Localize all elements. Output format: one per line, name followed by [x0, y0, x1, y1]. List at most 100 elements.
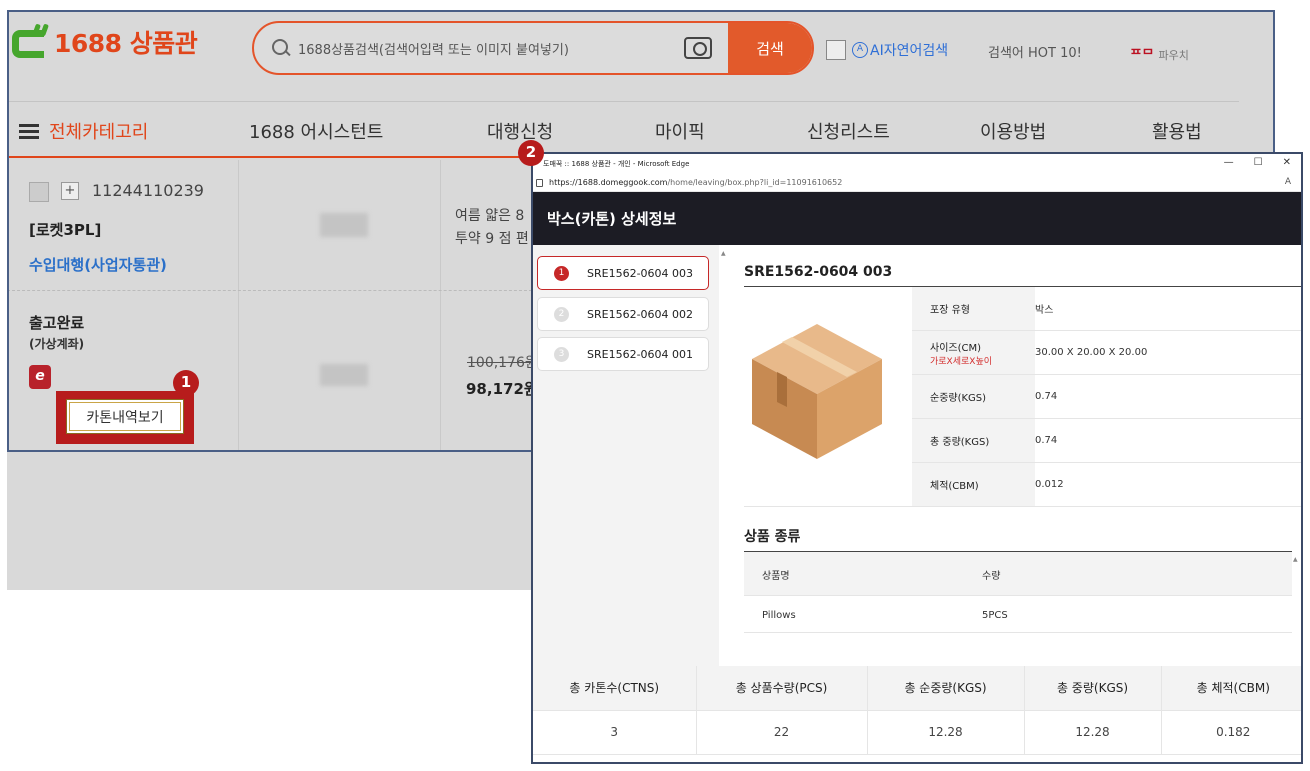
- nav-all-categories-label: 전체카테고리: [49, 122, 149, 143]
- spec-row: 순중량(KGS) 0.74: [912, 375, 1301, 419]
- spec-key: 순중량(KGS): [930, 393, 987, 404]
- ai-search-checkbox[interactable]: [826, 40, 846, 60]
- product-description-line: 투약 9 점 편: [455, 231, 529, 247]
- box-number-badge: 1: [554, 265, 569, 281]
- logo-mark-icon: [8, 22, 52, 62]
- read-aloud-icon[interactable]: A: [1285, 177, 1291, 187]
- step-badge-1: 1: [173, 370, 199, 396]
- camera-icon[interactable]: [684, 37, 712, 59]
- pouch-banner-logo[interactable]: ᄑᄆ 파우치: [1130, 44, 1189, 63]
- spec-row: 체적(CBM) 0.012: [912, 463, 1301, 507]
- spec-key: 체적(CBM): [930, 481, 979, 492]
- nav-active-underline: [7, 156, 537, 158]
- summary-value: 22: [696, 710, 868, 755]
- spec-value: 0.74: [1035, 435, 1058, 446]
- spec-row: 사이즈(CM) 가로X세로X높이 30.00 X 20.00 X 20.00: [912, 331, 1301, 375]
- order-number: 11244110239: [92, 181, 204, 200]
- logo-text: 1688 상품관: [54, 29, 198, 58]
- order-checkbox[interactable]: [29, 182, 49, 202]
- order-status: 출고완료: [29, 314, 85, 332]
- search-bar[interactable]: 1688상품검색(검색어입력 또는 이미지 붙여넣기) 검색: [252, 21, 814, 75]
- ai-icon: A: [852, 42, 868, 58]
- e-receipt-icon[interactable]: e: [29, 365, 51, 389]
- main-nav: 전체카테고리 1688 어시스턴트 대행신청 마이픽 신청리스트 이용방법 활용…: [7, 104, 1275, 156]
- maximize-icon[interactable]: ☐: [1254, 157, 1263, 168]
- product-section-title: 상품 종류: [744, 529, 801, 545]
- scroll-up-arrow-icon[interactable]: ▲: [721, 250, 726, 257]
- window-title: 도매꾹 :: 1688 상품관 - 개인 - Microsoft Edge: [543, 160, 690, 168]
- step-badge-2: 2: [518, 140, 544, 166]
- summary-header: 총 상품수량(PCS): [696, 666, 868, 711]
- box-list-item[interactable]: 2 SRE1562-0604 002: [537, 297, 709, 331]
- product-name: Pillows: [762, 610, 796, 621]
- product-name-header: 상품명: [762, 571, 790, 582]
- view-carton-details-button[interactable]: 카톤내역보기: [66, 399, 184, 434]
- spec-value: 30.00 X 20.00 X 20.00: [1035, 347, 1148, 358]
- carton-detail-popup-window: 도매꾹 :: 1688 상품관 - 개인 - Microsoft Edge — …: [531, 152, 1303, 764]
- nav-all-categories[interactable]: 전체카테고리: [19, 118, 148, 144]
- spec-key: 포장 유형: [930, 305, 970, 316]
- box-list-item[interactable]: 3 SRE1562-0604 001: [537, 337, 709, 371]
- hamburger-icon: [19, 124, 39, 139]
- pouch-logo-mark: ᄑᄆ: [1130, 48, 1154, 63]
- summary-value: 0.182: [1161, 710, 1301, 755]
- product-qty: 5PCS: [982, 610, 1008, 621]
- box-list-item[interactable]: 1 SRE1562-0604 003: [537, 256, 709, 290]
- product-description: 여름 얇은 8 투약 9 점 편: [455, 205, 529, 251]
- header-divider: [7, 101, 1239, 102]
- nav-my-pick[interactable]: 마이픽: [655, 118, 705, 144]
- summary-header: 총 중량(KGS): [1024, 666, 1162, 711]
- nav-how-to-use[interactable]: 이용방법: [980, 118, 1046, 144]
- original-price: 100,176원: [467, 355, 538, 371]
- summary-table: 총 카톤수(CTNS) 총 상품수량(PCS) 총 순중량(KGS) 총 중량(…: [533, 666, 1301, 755]
- box-spec-table: 포장 유형 박스 사이즈(CM) 가로X세로X높이 30.00 X 20.00 …: [912, 287, 1301, 507]
- nav-agency-request[interactable]: 대행신청: [487, 118, 553, 144]
- blurred-image: [320, 213, 368, 237]
- summary-header: 총 순중량(KGS): [867, 666, 1025, 711]
- spec-row: 포장 유형 박스: [912, 287, 1301, 331]
- popup-header: 박스(카톤) 상세정보: [533, 192, 1301, 245]
- pouch-logo-text: 파우치: [1158, 49, 1189, 62]
- product-row: Pillows 5PCS: [744, 597, 1292, 633]
- box-number-badge: 3: [554, 346, 569, 362]
- search-button[interactable]: 검색: [728, 23, 812, 73]
- lock-icon: [536, 178, 543, 187]
- spec-value: 0.74: [1035, 391, 1058, 402]
- product-qty-header: 수량: [982, 571, 1001, 582]
- search-icon: [272, 39, 290, 57]
- box-label: SRE1562-0604 003: [587, 266, 694, 280]
- url-path: /home/leaving/box.php?li_id=11091610652: [667, 178, 843, 187]
- final-price: 98,172원: [466, 380, 538, 398]
- spec-key-sub: 가로X세로X높이: [930, 356, 993, 367]
- table-divider: [238, 160, 239, 450]
- spec-key: 사이즈(CM): [930, 342, 982, 354]
- url-host: https://1688.domeggook.com: [549, 178, 668, 187]
- scroll-up-arrow-icon[interactable]: ▲: [1293, 556, 1298, 563]
- import-type-link[interactable]: 수입대행(사업자통관): [29, 254, 167, 275]
- nav-request-list[interactable]: 신청리스트: [807, 118, 890, 144]
- search-input[interactable]: 1688상품검색(검색어입력 또는 이미지 붙여넣기): [298, 39, 684, 58]
- site-logo[interactable]: 1688 상품관: [8, 22, 198, 62]
- spec-bottom-border: [744, 506, 912, 507]
- summary-value: 12.28: [867, 710, 1025, 755]
- ai-search-label[interactable]: AI자연어검색: [870, 40, 948, 60]
- window-titlebar: 도매꾹 :: 1688 상품관 - 개인 - Microsoft Edge — …: [533, 154, 1301, 174]
- spec-row: 총 중량(KGS) 0.74: [912, 419, 1301, 463]
- summary-header: 총 카톤수(CTNS): [533, 666, 697, 711]
- spec-key: 총 중량(KGS): [930, 437, 990, 448]
- summary-value: 3: [533, 710, 697, 755]
- hot-keywords-link[interactable]: 검색어 HOT 10!: [988, 42, 1082, 61]
- box-number-badge: 2: [554, 306, 569, 322]
- spec-value: 0.012: [1035, 479, 1064, 490]
- minimize-icon[interactable]: —: [1224, 157, 1234, 168]
- selected-box-title: SRE1562-0604 003: [744, 264, 893, 280]
- product-table-header: 상품명 수량: [744, 552, 1292, 596]
- nav-tips[interactable]: 활용법: [1152, 118, 1202, 144]
- row-separator: [7, 290, 537, 291]
- expand-plus-icon[interactable]: +: [61, 182, 79, 200]
- close-icon[interactable]: ✕: [1283, 157, 1291, 168]
- address-bar[interactable]: https://1688.domeggook.com/home/leaving/…: [533, 174, 1301, 192]
- nav-1688-assistant[interactable]: 1688 어시스턴트: [249, 118, 383, 144]
- spec-value: 박스: [1035, 305, 1054, 316]
- product-description-line: 여름 얇은 8: [455, 208, 525, 224]
